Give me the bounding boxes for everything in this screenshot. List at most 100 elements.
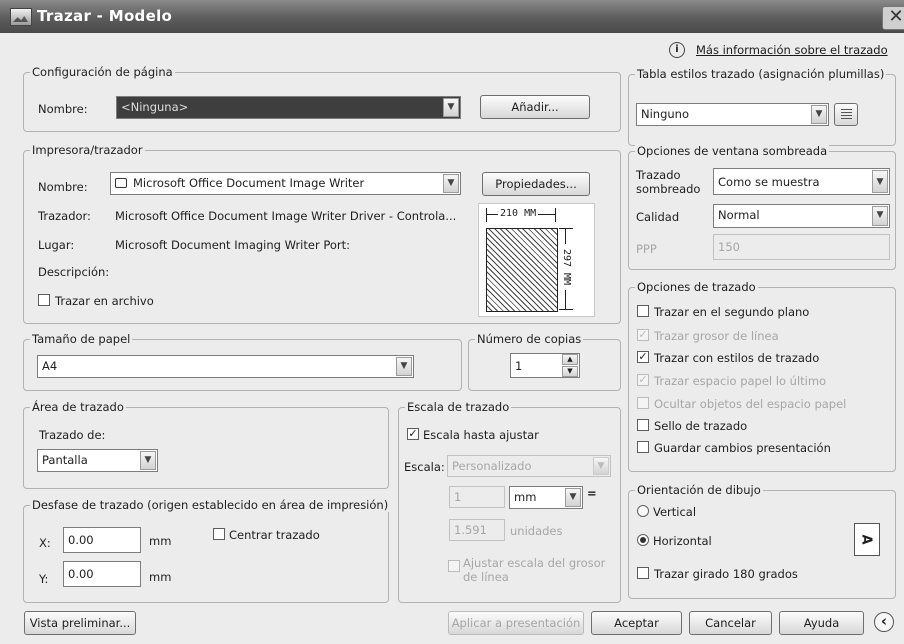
- offset-y-label: Y:: [39, 572, 49, 586]
- dpi-label: PPP: [636, 242, 657, 256]
- chevron-down-icon: ▼: [872, 206, 888, 226]
- close-button[interactable]: ✕: [882, 6, 904, 30]
- window-title: Trazar - Modelo: [37, 7, 173, 25]
- scale-lineweights-checkbox[interactable]: [448, 560, 460, 572]
- option-plot-stamp-label: Sello de trazado: [654, 419, 748, 433]
- preview-button[interactable]: Vista preliminar...: [24, 611, 136, 635]
- dpi-value: 150: [718, 240, 740, 254]
- scale-value2-input[interactable]: 1.591: [449, 519, 505, 541]
- location-value: Microsoft Document Imaging Writer Port:: [115, 238, 351, 252]
- option-hide-objects-label: Ocultar objetos del espacio papel: [654, 397, 847, 411]
- page-setup-name-label: Nombre:: [38, 102, 88, 116]
- edit-style-table-button[interactable]: [834, 103, 858, 126]
- portrait-label: Vertical: [653, 505, 697, 519]
- plot-area-group: Área de trazado: [23, 400, 389, 489]
- option-save-layout-label: Guardar cambios presentación: [654, 441, 831, 455]
- option-plot-stamp-checkbox[interactable]: [637, 419, 649, 431]
- fit-to-paper-label: Escala hasta ajustar: [423, 428, 539, 442]
- option-plot-styles-checkbox[interactable]: ✓: [637, 351, 649, 363]
- paper-size-select[interactable]: A4 ▼: [37, 355, 414, 378]
- plot-offset-group: Desfase de trazado (origen establecido e…: [23, 498, 391, 603]
- add-page-setup-button[interactable]: Añadir...: [480, 95, 590, 119]
- paper-width-dimension: 210 MM: [486, 208, 556, 222]
- apply-to-layout-button[interactable]: Aplicar a presentación: [448, 611, 584, 635]
- plot-to-file-checkbox[interactable]: [38, 294, 50, 306]
- cancel-button[interactable]: Cancelar: [689, 611, 772, 635]
- paper-height-label: 297 MM: [560, 244, 572, 290]
- chevron-down-icon: ▼: [872, 170, 888, 193]
- chevron-down-icon: ▼: [565, 488, 581, 507]
- landscape-label: Horizontal: [653, 534, 712, 548]
- portrait-radio[interactable]: [637, 505, 649, 517]
- page-setup-name-value: <Ninguna>: [121, 100, 189, 114]
- quality-value: Normal: [718, 208, 760, 222]
- paper-height-dimension: 297 MM: [559, 228, 573, 310]
- info-icon: i: [669, 42, 685, 58]
- upside-down-checkbox[interactable]: [637, 567, 649, 579]
- dpi-input[interactable]: 150: [713, 234, 890, 260]
- offset-x-value: 0.00: [68, 533, 94, 547]
- scale-select[interactable]: Personalizado ▼: [447, 455, 611, 477]
- plot-what-label: Trazado de:: [39, 428, 106, 442]
- option-lineweights-label: Trazar grosor de línea: [654, 329, 779, 343]
- offset-x-input[interactable]: 0.00: [63, 527, 141, 553]
- offset-y-value: 0.00: [68, 567, 94, 581]
- fit-to-paper-checkbox[interactable]: ✓: [407, 428, 419, 440]
- scale-unit-select[interactable]: mm ▼: [509, 486, 583, 509]
- option-paperspace-last-checkbox[interactable]: ✓: [637, 374, 649, 386]
- center-plot-checkbox[interactable]: [213, 528, 225, 540]
- option-hide-objects-checkbox[interactable]: [637, 397, 649, 409]
- orientation-legend: Orientación de dibujo: [635, 483, 763, 497]
- style-table-legend: Tabla estilos trazado (asignación plumil…: [635, 67, 887, 81]
- copies-down-button[interactable]: ▼: [562, 366, 578, 377]
- offset-x-label: X:: [39, 536, 51, 550]
- plot-scale-legend: Escala de trazado: [405, 400, 512, 414]
- style-table-value: Ninguno: [641, 107, 689, 121]
- printer-name-select[interactable]: Microsoft Office Document Image Writer ▼: [110, 172, 461, 195]
- plot-offset-legend: Desfase de trazado (origen establecido e…: [30, 498, 391, 512]
- properties-button[interactable]: Propiedades...: [482, 172, 590, 196]
- scale-unit-value: mm: [514, 490, 537, 504]
- scale-value: Personalizado: [452, 459, 532, 473]
- scale-value1-input[interactable]: 1: [449, 486, 505, 508]
- printer-icon: [115, 178, 127, 188]
- offset-y-input[interactable]: 0.00: [63, 561, 141, 587]
- plotter-label: Trazador:: [38, 209, 91, 223]
- scale-lineweights-label-2: de línea: [463, 570, 509, 584]
- collapse-icon[interactable]: ‹: [874, 612, 894, 632]
- chevron-down-icon: ▼: [443, 174, 459, 193]
- scale-lineweights-label-1: Ajustar escala del grosor: [463, 556, 606, 570]
- plot-area-legend: Área de trazado: [30, 400, 126, 414]
- shade-plot-label-1: Trazado: [636, 168, 681, 182]
- upside-down-label: Trazar girado 180 grados: [654, 567, 798, 581]
- plotter-value: Microsoft Office Document Image Writer D…: [115, 209, 457, 223]
- plot-what-value: Pantalla: [42, 453, 88, 467]
- quality-select[interactable]: Normal ▼: [713, 204, 890, 228]
- page-setup-legend: Configuración de página: [30, 65, 175, 79]
- option-lineweights-checkbox[interactable]: ✓: [637, 329, 649, 341]
- scale-unit2: unidades: [510, 524, 563, 538]
- plot-what-select[interactable]: Pantalla ▼: [37, 449, 158, 472]
- shade-plot-select[interactable]: Como se muestra ▼: [713, 168, 890, 195]
- printer-legend: Impresora/trazador: [30, 143, 145, 157]
- chevron-down-icon: ▼: [140, 451, 156, 470]
- location-label: Lugar:: [38, 238, 75, 252]
- offset-y-unit: mm: [149, 570, 172, 584]
- copies-legend: Número de copias: [475, 332, 584, 346]
- shaded-options-legend: Opciones de ventana sombreada: [635, 144, 830, 158]
- option-save-layout-checkbox[interactable]: [637, 441, 649, 453]
- copies-up-button[interactable]: ▲: [562, 354, 578, 365]
- shade-plot-label-2: sombreado: [636, 182, 701, 196]
- chevron-down-icon: ▼: [811, 105, 827, 124]
- chevron-down-icon: ▼: [443, 98, 459, 117]
- plot-options-legend: Opciones de trazado: [635, 280, 758, 294]
- help-button[interactable]: Ayuda: [779, 611, 864, 635]
- option-background-checkbox[interactable]: [637, 305, 649, 317]
- scale-value1: 1: [454, 490, 462, 504]
- page-setup-name-select[interactable]: <Ninguna> ▼: [116, 96, 461, 119]
- style-table-select[interactable]: Ninguno ▼: [636, 103, 829, 126]
- landscape-radio[interactable]: [637, 534, 649, 546]
- ok-button[interactable]: Aceptar: [591, 611, 682, 635]
- more-info-link[interactable]: Más información sobre el trazado: [696, 43, 888, 57]
- plot-to-file-label: Trazar en archivo: [55, 294, 154, 308]
